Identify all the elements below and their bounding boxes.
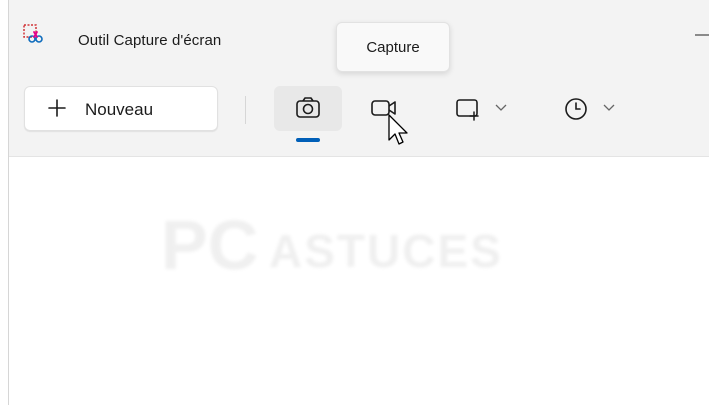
toolbar: Nouveau bbox=[9, 74, 709, 156]
plus-icon bbox=[48, 99, 66, 117]
window-title: Outil Capture d'écran bbox=[78, 32, 222, 49]
watermark-pc: PC bbox=[161, 206, 259, 284]
new-capture-button[interactable]: Nouveau bbox=[24, 86, 218, 131]
snipping-tool-window: Outil Capture d'écran — Nouveau Capture … bbox=[8, 0, 709, 405]
toolbar-divider bbox=[245, 96, 246, 124]
mouse-pointer-icon bbox=[388, 114, 408, 145]
chevron-down-icon bbox=[603, 104, 615, 111]
new-button-label: Nouveau bbox=[85, 100, 154, 119]
minimize-button[interactable]: — bbox=[686, 27, 709, 42]
chevron-down-icon bbox=[495, 104, 507, 111]
clock-icon bbox=[565, 98, 587, 120]
tooltip-text: Capture bbox=[366, 39, 420, 56]
snip-shape-dropdown[interactable] bbox=[441, 86, 521, 131]
snipping-tool-icon bbox=[23, 24, 43, 43]
watermark-astuces: ASTUCES bbox=[269, 225, 503, 277]
capture-tooltip: Capture bbox=[336, 22, 450, 72]
camera-icon bbox=[296, 97, 320, 118]
capture-canvas-area: PC ASTUCES bbox=[9, 156, 709, 405]
selected-mode-indicator bbox=[296, 138, 320, 142]
screenshot-mode-button[interactable] bbox=[274, 86, 342, 131]
watermark-logo: PC ASTUCES bbox=[161, 205, 581, 284]
delay-dropdown[interactable] bbox=[549, 86, 629, 131]
rectangle-snip-icon bbox=[456, 99, 479, 121]
